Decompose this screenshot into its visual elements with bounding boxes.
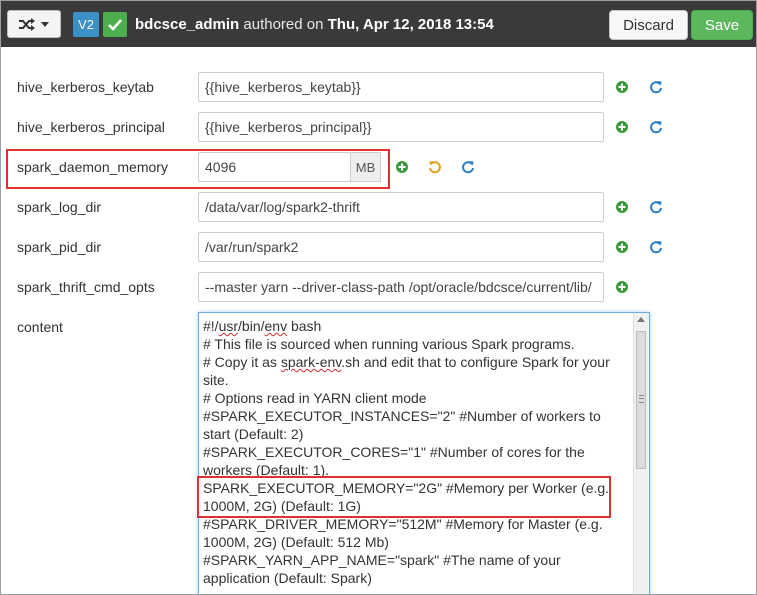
field-label-spark-log-dir: spark_log_dir	[17, 199, 102, 215]
refresh-icon[interactable]	[649, 200, 663, 214]
spark-daemon-memory-input[interactable]: 4096	[198, 152, 351, 182]
spark-thrift-cmd-opts-input[interactable]: --master yarn --driver-class-path /opt/o…	[198, 272, 604, 302]
compare-dropdown-button[interactable]	[7, 10, 61, 38]
content-line: SPARK_EXECUTOR_MEMORY="2G" #Memory per W…	[203, 480, 610, 514]
refresh-icon[interactable]	[461, 160, 475, 174]
hive-kerberos-principal-input[interactable]: {{hive_kerberos_principal}}	[198, 112, 604, 142]
content-line: #SPARK_EXECUTOR_INSTANCES="2" #Number of…	[203, 408, 601, 442]
authored-date: Thu, Apr 12, 2018 13:54	[327, 16, 494, 33]
spark-log-dir-input[interactable]: /data/var/log/spark2-thrift	[198, 192, 604, 222]
discard-button[interactable]: Discard	[609, 10, 688, 40]
content-text: #!/usr/bin/env bash # This file is sourc…	[203, 317, 631, 587]
plus-circle-icon[interactable]	[615, 280, 629, 294]
content-line: #SPARK_DRIVER_MEMORY="512M" #Memory for …	[203, 516, 603, 550]
scroll-thumb[interactable]	[636, 331, 646, 469]
unit-addon: MB	[350, 152, 381, 182]
content-line: # Copy it as spark-env.sh and edit that …	[203, 354, 610, 388]
spark-pid-dir-input[interactable]: /var/run/spark2	[198, 232, 604, 262]
plus-circle-icon[interactable]	[395, 160, 409, 174]
content-line: #!/usr/bin/env bash	[203, 318, 322, 334]
grip-icon	[639, 395, 644, 403]
plus-circle-icon[interactable]	[615, 120, 629, 134]
content-textarea[interactable]: #!/usr/bin/env bash # This file is sourc…	[198, 312, 650, 594]
save-button[interactable]: Save	[691, 10, 753, 40]
content-scrollbar[interactable]	[633, 313, 649, 594]
author-info: bdcsce_admin authored on Thu, Apr 12, 20…	[135, 16, 494, 33]
author-name: bdcsce_admin	[135, 16, 240, 33]
config-editor: V2 bdcsce_admin authored on Thu, Apr 12,…	[0, 0, 757, 595]
refresh-icon[interactable]	[649, 240, 663, 254]
chevron-down-icon	[41, 21, 49, 27]
scroll-up-arrow-icon[interactable]	[637, 317, 645, 322]
content-line: # Options read in YARN client mode	[203, 390, 427, 406]
plus-circle-icon[interactable]	[615, 240, 629, 254]
refresh-icon[interactable]	[649, 120, 663, 134]
field-label-hive-kerberos-principal: hive_kerberos_principal	[17, 119, 165, 135]
authored-on-text: authored on	[243, 16, 324, 33]
plus-circle-icon[interactable]	[615, 80, 629, 94]
field-label-spark-daemon-memory: spark_daemon_memory	[17, 159, 168, 175]
current-version-badge	[103, 12, 127, 37]
field-label-spark-pid-dir: spark_pid_dir	[17, 239, 102, 255]
field-label-spark-thrift-cmd-opts: spark_thrift_cmd_opts	[17, 279, 155, 295]
hive-kerberos-keytab-input[interactable]: {{hive_kerberos_keytab}}	[198, 72, 604, 102]
content-line: #SPARK_YARN_APP_NAME="spark" #The name o…	[203, 552, 561, 586]
plus-circle-icon[interactable]	[615, 200, 629, 214]
content-line: # This file is sourced when running vari…	[203, 336, 575, 352]
version-toolbar: V2 bdcsce_admin authored on Thu, Apr 12,…	[1, 1, 756, 47]
content-line: #SPARK_EXECUTOR_CORES="1" #Number of cor…	[203, 444, 585, 478]
check-icon	[108, 18, 122, 31]
shuffle-icon	[19, 17, 35, 31]
version-badge: V2	[73, 12, 99, 37]
undo-icon[interactable]	[428, 160, 442, 174]
field-label-hive-kerberos-keytab: hive_kerberos_keytab	[17, 79, 154, 95]
field-label-content: content	[17, 319, 63, 335]
refresh-icon[interactable]	[649, 80, 663, 94]
